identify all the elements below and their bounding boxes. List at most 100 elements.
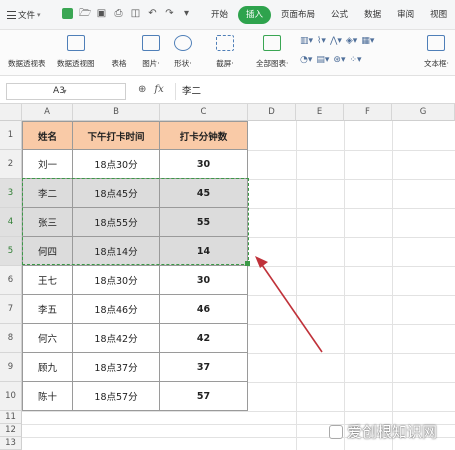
table-cell[interactable]: 18点30分 <box>73 266 160 295</box>
header-cell-time[interactable]: 下午打卡时间 <box>73 122 160 150</box>
table-cell-selected[interactable]: 18点14分 <box>73 237 160 266</box>
row-header-4[interactable]: 4 <box>0 208 22 237</box>
column-header-d[interactable]: D <box>248 104 296 121</box>
table-cell[interactable]: 18点30分 <box>73 150 160 179</box>
pie-chart-icon[interactable]: ◔▾ <box>300 55 312 65</box>
hamburger-icon <box>7 11 16 19</box>
column-header-f[interactable]: F <box>344 104 392 121</box>
picture-button[interactable]: 图片· <box>142 35 160 69</box>
row-header-13[interactable]: 13 <box>0 437 22 450</box>
tab-home[interactable]: 开始 <box>205 6 234 24</box>
ribbon: 数据透视表 数据透视图 表格 图片· 形状· 截屏· 全部图表· ▥▾ ⌇▾ ⋀… <box>0 30 455 155</box>
table-cell[interactable]: 18点46分 <box>73 295 160 324</box>
table-cell[interactable]: 57 <box>160 382 248 411</box>
row-header-7[interactable]: 7 <box>0 295 22 324</box>
tab-view[interactable]: 视图 <box>424 6 453 24</box>
stock-chart-icon[interactable]: ◈▾ <box>346 36 357 46</box>
table-cell[interactable]: 37 <box>160 353 248 382</box>
header-cell-minutes[interactable]: 打卡分钟数 <box>160 122 248 150</box>
table-cell[interactable]: 42 <box>160 324 248 353</box>
table-cell[interactable]: 刘一 <box>23 150 73 179</box>
bar-chart-icon[interactable]: ▤▾ <box>316 55 329 65</box>
tab-data[interactable]: 数据 <box>358 6 387 24</box>
row-header-11[interactable]: 11 <box>0 411 22 424</box>
file-menu[interactable]: 文件 ▾ <box>3 7 45 23</box>
chevron-down-icon[interactable]: ▾ <box>7 87 122 96</box>
tab-formulas[interactable]: 公式 <box>325 6 354 24</box>
function-icon[interactable]: fx <box>154 84 163 95</box>
row-header-12[interactable]: 12 <box>0 424 22 437</box>
line-chart-icon[interactable]: ⌇▾ <box>317 36 326 46</box>
chart-type-row-2: ◔▾ ▤▾ ⊛▾ ⁘▾ <box>300 55 362 65</box>
table-cell[interactable]: 18点42分 <box>73 324 160 353</box>
table-cell[interactable]: 陈十 <box>23 382 73 411</box>
table-cell-selected[interactable]: 张三 <box>23 208 73 237</box>
fill-handle[interactable] <box>245 261 250 266</box>
textbox-button[interactable]: 文本框· <box>424 35 449 69</box>
tab-page-layout[interactable]: 页面布局 <box>275 6 321 24</box>
tab-review[interactable]: 审阅 <box>391 6 420 24</box>
row-header-6[interactable]: 6 <box>0 266 22 295</box>
all-charts-button[interactable]: 全部图表· <box>256 35 288 69</box>
header-cell-name[interactable]: 姓名 <box>23 122 73 150</box>
table-cell-selected[interactable]: 18点45分 <box>73 179 160 208</box>
table-cell[interactable]: 何六 <box>23 324 73 353</box>
row-header-9[interactable]: 9 <box>0 353 22 382</box>
table-cell-selected[interactable]: 何四 <box>23 237 73 266</box>
preview-icon[interactable]: ◫ <box>130 8 141 19</box>
table-cell-selected[interactable]: 李二 <box>23 179 73 208</box>
table-cell[interactable]: 30 <box>160 266 248 295</box>
row-header-8[interactable]: 8 <box>0 324 22 353</box>
quick-access-toolbar: 🗁 ▣ ⎙ ◫ ↶ ↷ ▾ <box>62 8 192 19</box>
radar-chart-icon[interactable]: ⊛▾ <box>333 55 345 65</box>
other-chart-icon[interactable]: ▦▾ <box>361 36 374 46</box>
row-header-3[interactable]: 3 <box>0 179 22 208</box>
column-header-b[interactable]: B <box>73 104 160 121</box>
table-cell[interactable]: 46 <box>160 295 248 324</box>
table-cell[interactable]: 王七 <box>23 266 73 295</box>
shape-button[interactable]: 形状· <box>174 35 192 69</box>
chart-type-row-1: ▥▾ ⌇▾ ⋀▾ ◈▾ ▦▾ <box>300 36 374 46</box>
undo-icon[interactable]: ↶ <box>147 8 158 19</box>
watermark-text: 爱创根知识网 <box>346 423 437 441</box>
row-header-10[interactable]: 10 <box>0 382 22 411</box>
chevron-down-icon: ▾ <box>37 11 41 19</box>
tab-insert[interactable]: 插入 <box>238 6 272 24</box>
row-header-2[interactable]: 2 <box>0 150 22 179</box>
area-chart-icon[interactable]: ⋀▾ <box>330 36 342 46</box>
table-cell-selected[interactable]: 45 <box>160 179 248 208</box>
pivot-chart-button[interactable]: 数据透视图 <box>57 35 95 69</box>
name-box[interactable]: A3 ▾ <box>6 83 126 100</box>
print-icon[interactable]: ⎙ <box>113 8 124 19</box>
table-cell[interactable]: 18点37分 <box>73 353 160 382</box>
column-header-c[interactable]: C <box>160 104 248 121</box>
open-icon[interactable]: 🗁 <box>79 8 91 19</box>
table-cell[interactable]: 30 <box>160 150 248 179</box>
row-header-1[interactable]: 1 <box>0 121 22 150</box>
table-cell[interactable]: 顾九 <box>23 353 73 382</box>
all-charts-label: 全部图表· <box>256 59 289 68</box>
scatter-chart-icon[interactable]: ⁘▾ <box>349 55 361 65</box>
textbox-icon <box>427 35 446 51</box>
menu-bar: 文件 ▾ 🗁 ▣ ⎙ ◫ ↶ ↷ ▾ 开始 插入 页面布局 公式 数据 审阅 视… <box>0 0 455 30</box>
screenshot-button[interactable]: 截屏· <box>216 35 234 69</box>
more-icon[interactable]: ▾ <box>181 8 192 19</box>
save-icon[interactable]: ▣ <box>96 8 107 19</box>
column-header-g[interactable]: G <box>392 104 455 121</box>
table-button[interactable]: 表格 <box>110 35 128 155</box>
table-cell-selected[interactable]: 18点55分 <box>73 208 160 237</box>
zoom-icon[interactable]: ⊕ <box>138 84 146 95</box>
textbox-label: 文本框· <box>424 59 449 68</box>
redo-icon[interactable]: ↷ <box>164 8 175 19</box>
table-cell-selected[interactable]: 55 <box>160 208 248 237</box>
column-header-a[interactable]: A <box>22 104 73 121</box>
formula-input[interactable]: 李二 <box>175 83 453 100</box>
pivot-table-button[interactable]: 数据透视表 <box>8 35 46 155</box>
table-cell[interactable]: 18点57分 <box>73 382 160 411</box>
select-all-corner[interactable] <box>0 104 22 121</box>
table-cell-selected[interactable]: 14 <box>160 237 248 266</box>
table-cell[interactable]: 李五 <box>23 295 73 324</box>
column-header-e[interactable]: E <box>296 104 344 121</box>
row-header-5[interactable]: 5 <box>0 237 22 266</box>
column-chart-icon[interactable]: ▥▾ <box>300 36 313 46</box>
